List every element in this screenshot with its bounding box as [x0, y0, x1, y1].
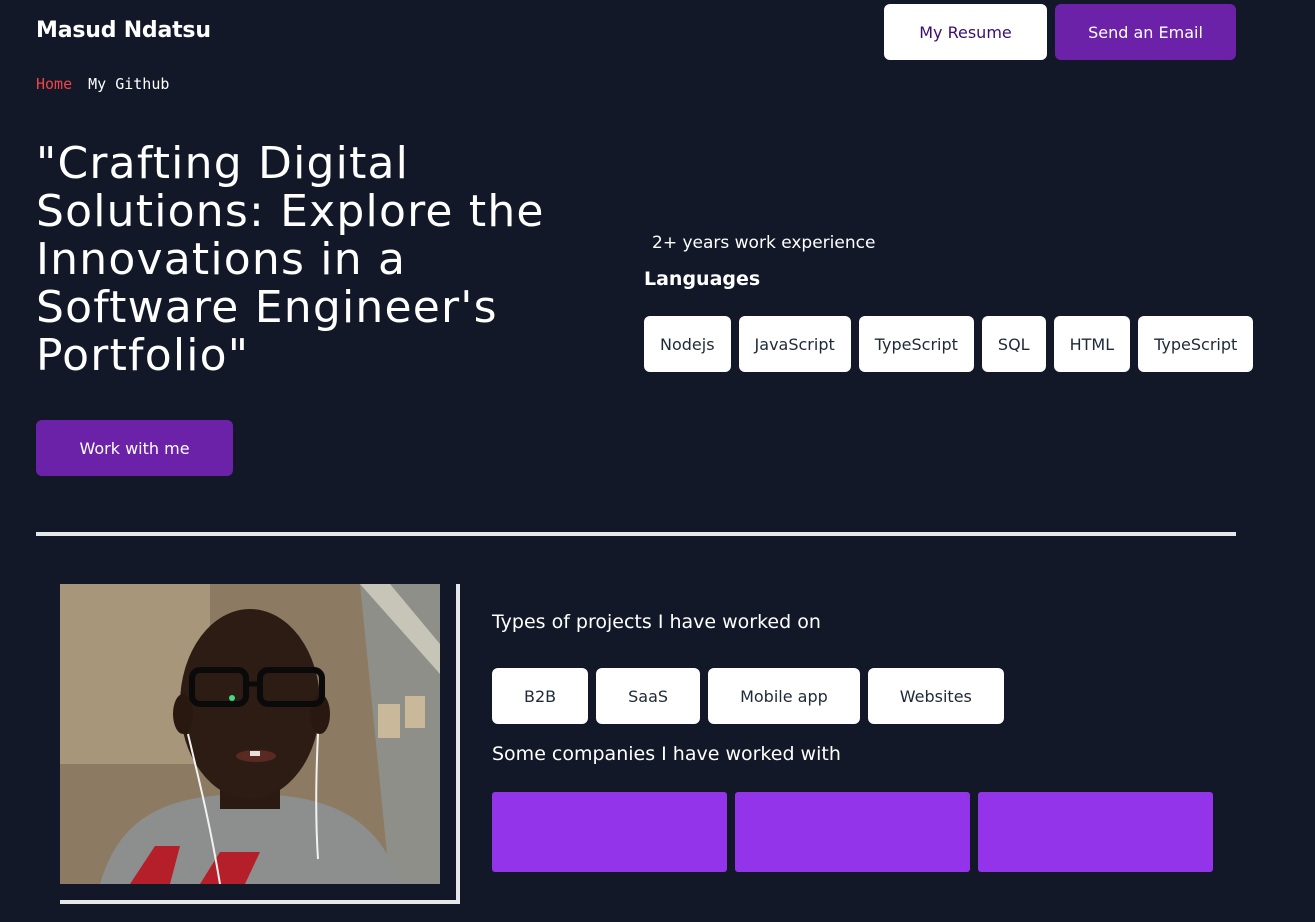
profile-photo-frame [60, 584, 460, 904]
nav-github-link[interactable]: My Github [88, 75, 169, 93]
companies-list [492, 792, 1213, 872]
project-type-chip: Mobile app [708, 668, 860, 724]
languages-list: Nodejs JavaScript TypeScript SQL HTML Ty… [644, 316, 1254, 372]
profile-photo [60, 584, 440, 884]
main-nav: Home My Github [36, 75, 169, 93]
section-divider [36, 532, 1236, 536]
my-resume-button[interactable]: My Resume [884, 4, 1047, 60]
language-chip: HTML [1053, 316, 1131, 372]
nav-home-link[interactable]: Home [36, 75, 72, 93]
language-chip: TypeScript [1138, 316, 1254, 372]
languages-heading: Languages [644, 268, 761, 290]
brand-name: Masud Ndatsu [36, 18, 211, 43]
company-card[interactable] [492, 792, 727, 872]
send-email-button[interactable]: Send an Email [1055, 4, 1236, 60]
portfolio-page: Masud Ndatsu My Resume Send an Email Hom… [0, 0, 1315, 922]
project-types-list: B2B SaaS Mobile app Websites [492, 668, 1004, 724]
project-type-chip: SaaS [596, 668, 701, 724]
companies-heading: Some companies I have worked with [492, 743, 841, 765]
projects-heading: Types of projects I have worked on [492, 611, 821, 633]
experience-text: 2+ years work experience [652, 233, 876, 253]
project-type-chip: B2B [492, 668, 589, 724]
language-chip: JavaScript [738, 316, 851, 372]
language-chip: SQL [981, 316, 1046, 372]
language-chip: Nodejs [644, 316, 731, 372]
company-card[interactable] [735, 792, 970, 872]
language-chip: TypeScript [858, 316, 974, 372]
work-with-me-button[interactable]: Work with me [36, 420, 233, 476]
hero-headline: "Crafting Digital Solutions: Explore the… [36, 138, 545, 381]
project-type-chip: Websites [867, 668, 1004, 724]
company-card[interactable] [978, 792, 1213, 872]
